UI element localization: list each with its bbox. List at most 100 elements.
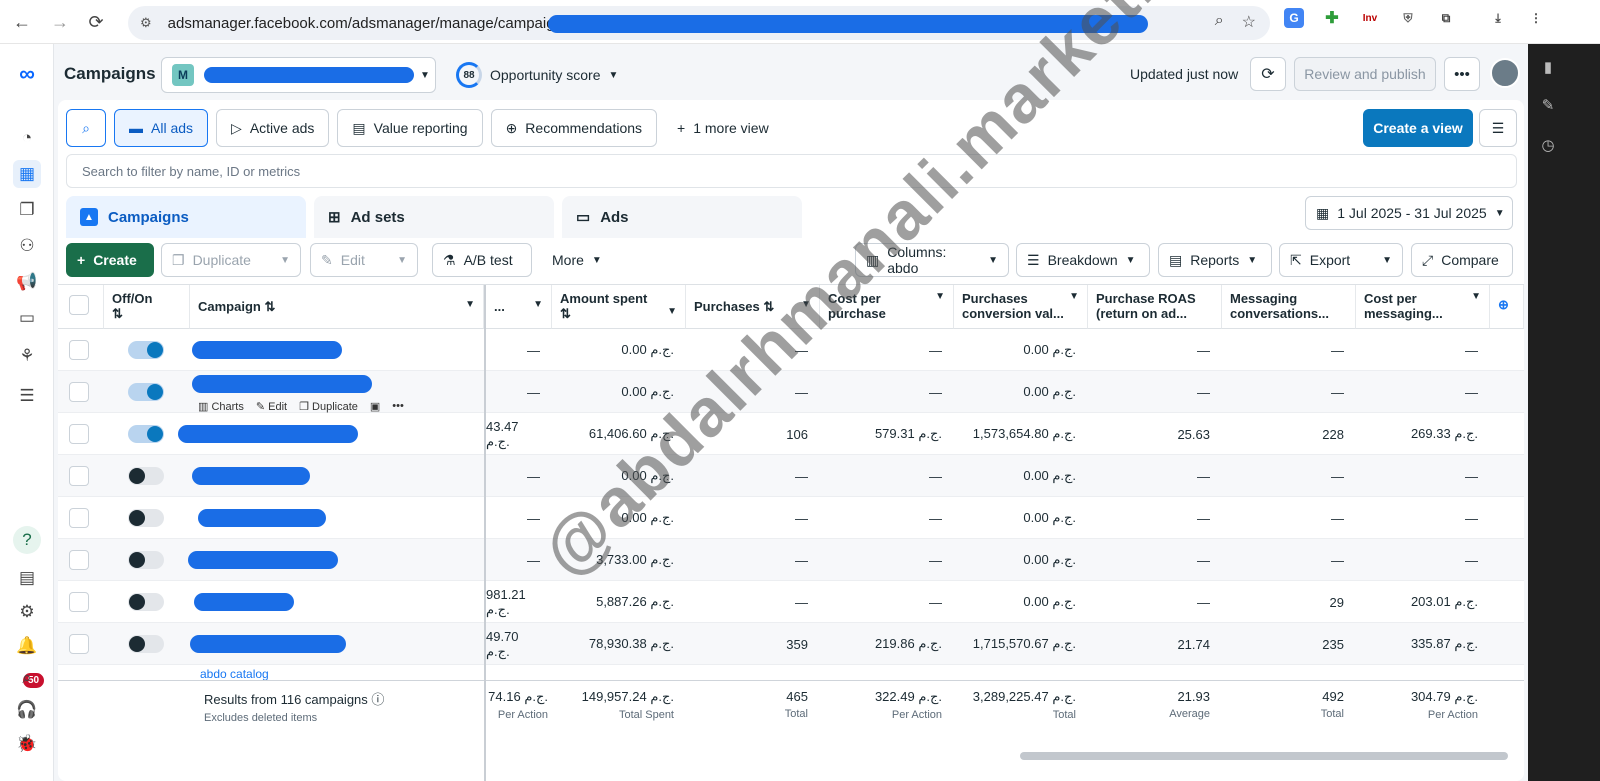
reports-button[interactable]: ▤ Reports ▼: [1158, 243, 1272, 277]
ad-library-icon[interactable]: ▤: [13, 564, 41, 592]
row-checkbox[interactable]: [69, 340, 89, 360]
campaign-name-redaction[interactable]: [188, 551, 338, 569]
header-offon[interactable]: Off/On ⇅: [104, 285, 190, 329]
campaign-name-redaction[interactable]: [192, 467, 310, 485]
duplicate-button[interactable]: ❐ Duplicate ▼: [161, 243, 301, 277]
campaign-toggle[interactable]: [128, 551, 164, 569]
row-duplicate-action[interactable]: ❐ Duplicate: [299, 400, 358, 413]
audiences-icon[interactable]: ⚇: [13, 232, 41, 260]
compare-button[interactable]: ⤢ Compare: [1411, 243, 1513, 277]
campaigns-table-icon[interactable]: ▦: [13, 160, 41, 188]
table-row[interactable]: 43.47 ج.م. 61,406.60 ج.م. 106 579.31 ج.م. 1,…: [58, 413, 1524, 455]
row-checkbox[interactable]: [69, 382, 89, 402]
site-info-icon[interactable]: ⚙: [140, 15, 152, 31]
image-icon[interactable]: ▣: [370, 400, 380, 413]
date-range-picker[interactable]: ▦ 1 Jul 2025 - 31 Jul 2025 ▼: [1305, 196, 1513, 230]
row-edit-action[interactable]: ✎ Edit: [256, 400, 287, 413]
header-cost-per-purchase[interactable]: Cost per purchase ▼: [820, 285, 954, 329]
bookmark-star-icon[interactable]: ☆: [1242, 12, 1256, 32]
dashboard-gauge-icon[interactable]: ◔: [13, 124, 41, 152]
breakdown-button[interactable]: ☰ Breakdown ▼: [1016, 243, 1150, 277]
campaign-toggle[interactable]: [128, 425, 164, 443]
table-row[interactable]: — 0.00 ج.م. — — 0.00 ج.م. — — —: [58, 497, 1524, 539]
table-row[interactable]: 49.70 ج.م. 78,930.38 ج.م. 359 219.86 ج.م. 1,…: [58, 623, 1524, 665]
review-and-publish-button[interactable]: Review and publish: [1294, 57, 1436, 91]
row-checkbox[interactable]: [69, 424, 89, 444]
report-bug-icon[interactable]: 🐞: [13, 730, 41, 758]
opportunity-score[interactable]: 88 Opportunity score ▼: [456, 62, 618, 88]
reload-icon[interactable]: ⟳: [78, 4, 114, 40]
campaign-toggle[interactable]: [128, 467, 164, 485]
tab-ads[interactable]: ▭ Ads: [562, 196, 802, 238]
campaign-toggle[interactable]: [128, 341, 164, 359]
campaign-name-redaction[interactable]: [194, 593, 294, 611]
all-ads-view[interactable]: ▬ All ads: [114, 109, 209, 147]
campaign-name-redaction[interactable]: [198, 509, 326, 527]
shield-extension-icon[interactable]: ⛨: [1398, 8, 1418, 28]
table-row[interactable]: — 0.00 ج.م. — — 0.00 ج.م. — — — ▥ Charts ✎ Edit ❐ …: [58, 371, 1524, 413]
row-charts-action[interactable]: ▥ Charts: [198, 400, 244, 413]
help-icon[interactable]: ?: [13, 526, 41, 554]
campaign-name-redaction[interactable]: [192, 341, 342, 359]
billing-card-icon[interactable]: ▭: [13, 304, 41, 332]
header-cost-per-messaging[interactable]: Cost per messaging... ▼: [1356, 285, 1490, 329]
header-purchases[interactable]: Purchases ⇅ ▼: [686, 285, 820, 329]
table-row[interactable]: — 0.00 ج.م. — — 0.00 ج.م. — — —: [58, 329, 1524, 371]
header-partial-column[interactable]: ... ▼: [486, 285, 552, 329]
translate-extension-icon[interactable]: G: [1284, 8, 1304, 28]
select-all-checkbox[interactable]: [69, 295, 89, 315]
info-icon[interactable]: ⓘ: [371, 692, 384, 707]
zoom-icon[interactable]: ⌕: [1215, 12, 1224, 32]
row-checkbox[interactable]: [69, 550, 89, 570]
support-headset-icon[interactable]: 🎧: [13, 696, 41, 724]
create-button[interactable]: + Create: [66, 243, 154, 277]
all-tools-menu-icon[interactable]: ☰: [13, 382, 41, 410]
megaphone-icon[interactable]: 📢: [13, 268, 41, 296]
columns-button[interactable]: ▥ Columns: abdo ▼: [855, 243, 1009, 277]
campaign-toggle[interactable]: [128, 635, 164, 653]
pages-icon[interactable]: ❐: [13, 196, 41, 224]
header-messaging-conversations[interactable]: Messaging conversations...: [1222, 285, 1356, 329]
header-purchases-conversion-value[interactable]: Purchases conversion val... ▼: [954, 285, 1088, 329]
profile-avatar[interactable]: [1490, 58, 1520, 88]
account-selector[interactable]: M ▼: [161, 57, 436, 93]
ab-test-button[interactable]: ⚗ A/B test: [432, 243, 532, 277]
back-icon[interactable]: ←: [4, 4, 40, 40]
table-row[interactable]: — 0.00 ج.م. — — 0.00 ج.م. — — —: [58, 455, 1524, 497]
header-purchase-roas[interactable]: Purchase ROAS (return on ad...: [1088, 285, 1222, 329]
tab-adsets[interactable]: ⊞ Ad sets: [314, 196, 554, 238]
header-amount-spent[interactable]: Amount spent ⇅ ▼: [552, 285, 686, 329]
settings-gear-icon[interactable]: ⚙: [13, 598, 41, 626]
active-ads-view[interactable]: ▷ Active ads: [216, 109, 330, 147]
row-checkbox[interactable]: [69, 466, 89, 486]
inv-extension-icon[interactable]: Inv: [1360, 8, 1380, 28]
recommendations-view[interactable]: ⊕ Recommendations: [490, 109, 658, 147]
create-view-button[interactable]: Create a view: [1363, 109, 1473, 147]
add-column-button[interactable]: ⊕: [1490, 285, 1524, 329]
pencil-icon[interactable]: ✎: [1538, 96, 1558, 114]
row-checkbox[interactable]: [69, 508, 89, 528]
table-row[interactable]: 981.21 ج.م. 5,887.26 ج.م. — — 0.00 ج.م. — 29 20…: [58, 581, 1524, 623]
row-more-icon[interactable]: •••: [392, 400, 404, 413]
search-icon[interactable]: ⌕: [13, 664, 41, 692]
row-checkbox[interactable]: [69, 634, 89, 654]
campaign-name-link[interactable]: abdo catalog: [200, 667, 269, 680]
campaign-toggle[interactable]: [128, 509, 164, 527]
tab-campaigns[interactable]: ▲ Campaigns: [66, 196, 306, 238]
download-icon[interactable]: ⤓: [1488, 8, 1508, 28]
meta-logo-icon[interactable]: ∞: [13, 60, 41, 88]
puzzle-extension-icon[interactable]: ⧉: [1436, 8, 1456, 28]
campaign-name-redaction[interactable]: [192, 375, 372, 393]
campaign-toggle[interactable]: [128, 383, 164, 401]
address-bar[interactable]: ⚙ adsmanager.facebook.com/adsmanager/man…: [128, 6, 1270, 40]
value-reporting-view[interactable]: ▤ Value reporting: [337, 109, 483, 147]
events-manager-icon[interactable]: ⚘: [13, 342, 41, 370]
forward-icon[interactable]: →: [42, 4, 78, 40]
horizontal-scrollbar[interactable]: [1020, 752, 1508, 760]
export-button[interactable]: ⇱ Export ▼: [1279, 243, 1403, 277]
stats-icon[interactable]: ▮: [1538, 58, 1558, 76]
campaign-name-redaction[interactable]: [190, 635, 346, 653]
table-row-partial[interactable]: abdo catalog: [58, 665, 1524, 681]
table-row[interactable]: — 3,733.00 ج.م. — — 0.00 ج.م. — — —: [58, 539, 1524, 581]
plus-extension-icon[interactable]: ✚: [1322, 8, 1342, 28]
